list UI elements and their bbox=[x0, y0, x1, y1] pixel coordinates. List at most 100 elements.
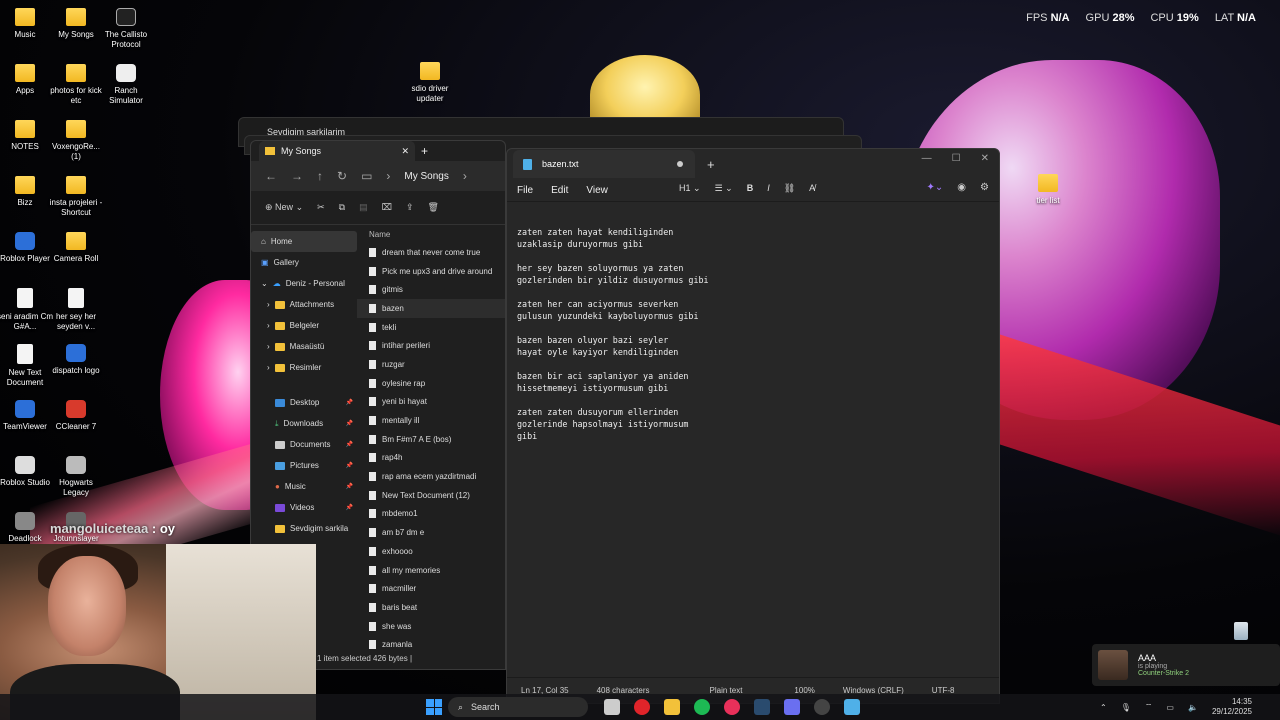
desktop-icon[interactable]: Camera Roll bbox=[48, 232, 104, 264]
breadcrumb[interactable]: My Songs bbox=[404, 171, 448, 182]
file-row[interactable]: tekli bbox=[357, 318, 505, 337]
desktop-icon[interactable]: NOTES bbox=[0, 120, 53, 152]
desktop-icon[interactable]: Music bbox=[0, 8, 53, 40]
obs-icon[interactable] bbox=[814, 699, 830, 715]
sidebar-item-resimler[interactable]: › Resimler bbox=[251, 357, 357, 378]
desktop-icon[interactable]: tier list bbox=[1020, 174, 1076, 206]
file-row[interactable]: rap4h bbox=[357, 449, 505, 468]
desktop-icon[interactable]: Hogwarts Legacy bbox=[48, 456, 104, 498]
desktop-icon[interactable]: CCleaner 7 bbox=[48, 400, 104, 432]
back-icon[interactable]: ← bbox=[265, 169, 277, 183]
cut-icon[interactable]: ✂ bbox=[317, 202, 325, 213]
monitor-icon[interactable]: ▭ bbox=[361, 169, 372, 183]
clear-format-icon[interactable]: A̸ bbox=[809, 183, 815, 194]
file-row[interactable]: yeni bi hayat bbox=[357, 393, 505, 412]
forward-icon[interactable]: → bbox=[291, 169, 303, 183]
rename-icon[interactable]: ⌧ bbox=[382, 202, 392, 213]
menu-file[interactable]: File bbox=[517, 185, 533, 196]
explorer-tab[interactable]: My Songs ✕ bbox=[259, 141, 415, 161]
desktop-icon[interactable]: sdio driver updater bbox=[402, 62, 458, 104]
opera-icon[interactable] bbox=[634, 699, 650, 715]
steam-icon[interactable] bbox=[754, 699, 770, 715]
file-row[interactable]: mbdemo1 bbox=[357, 505, 505, 524]
file-row[interactable]: oylesine rap bbox=[357, 374, 505, 393]
sidebar-item-videos[interactable]: Videos 📌 bbox=[251, 497, 357, 518]
desktop-icon[interactable]: VoxengoRe... (1) bbox=[48, 120, 104, 162]
file-row[interactable]: Pick me upx3 and drive around bbox=[357, 262, 505, 281]
menu-edit[interactable]: Edit bbox=[551, 185, 568, 196]
notepad-text-area[interactable]: zaten zaten hayat kendiliginden uzaklasi… bbox=[507, 201, 999, 681]
column-header-name[interactable]: Name bbox=[357, 225, 505, 243]
app-icon[interactable] bbox=[724, 699, 740, 715]
chevron-up-icon[interactable]: ⌃ bbox=[1100, 703, 1107, 712]
desktop-icon[interactable]: Ranch Simulator bbox=[98, 64, 154, 106]
notepad-window[interactable]: bazen.txt + — ☐ ✕ File Edit View H1 ⌄ ☰ … bbox=[506, 148, 1000, 704]
file-row[interactable]: dream that never come true bbox=[357, 243, 505, 262]
file-explorer-icon[interactable] bbox=[664, 699, 680, 715]
file-row[interactable]: Bm F#m7 A E (bos) bbox=[357, 430, 505, 449]
file-row[interactable]: macmiller bbox=[357, 579, 505, 598]
file-row-selected[interactable]: bazen bbox=[357, 299, 505, 318]
file-row[interactable]: intihar perileri bbox=[357, 336, 505, 355]
file-row[interactable]: New Text Document (12) bbox=[357, 486, 505, 505]
pin-icon[interactable]: 📌 bbox=[346, 504, 353, 511]
pin-icon[interactable]: 📌 bbox=[346, 462, 353, 469]
desktop-icon[interactable]: insta projeleri - Shortcut bbox=[48, 176, 104, 218]
chevron-right-icon[interactable]: › bbox=[267, 363, 270, 372]
share-icon[interactable]: ⇪ bbox=[406, 202, 414, 213]
display-icon[interactable]: ▭ bbox=[1166, 703, 1174, 712]
file-row[interactable]: rap ama ecem yazdirtmadi bbox=[357, 467, 505, 486]
close-icon[interactable]: ✕ bbox=[401, 146, 409, 157]
sidebar-item-home[interactable]: ⌂ Home bbox=[251, 231, 357, 252]
volume-icon[interactable]: 🔈 bbox=[1188, 703, 1198, 712]
sidebar-item-documents[interactable]: Documents 📌 bbox=[251, 434, 357, 455]
copy-icon[interactable]: ⧉ bbox=[339, 202, 345, 213]
desktop-icon[interactable]: seni aradim Cm G#A... bbox=[0, 288, 53, 332]
sidebar-item-gallery[interactable]: ▣ Gallery bbox=[251, 252, 357, 273]
up-icon[interactable]: ↑ bbox=[317, 169, 323, 183]
bold-icon[interactable]: B bbox=[747, 183, 754, 194]
chevron-right-icon[interactable]: › bbox=[267, 300, 270, 309]
heading-dropdown[interactable]: H1 ⌄ bbox=[679, 183, 701, 194]
file-row[interactable]: all my memories bbox=[357, 561, 505, 580]
file-row[interactable]: ruzgar bbox=[357, 355, 505, 374]
chevron-down-icon[interactable]: ⌄ bbox=[261, 279, 268, 288]
pin-icon[interactable]: 📌 bbox=[346, 420, 353, 427]
file-row[interactable]: gitmis bbox=[357, 280, 505, 299]
clock[interactable]: 14:35 29/12/2025 bbox=[1212, 697, 1252, 717]
notepad-tab[interactable]: bazen.txt bbox=[513, 150, 695, 178]
microphone-icon[interactable]: 🎙 bbox=[1121, 703, 1131, 712]
list-icon[interactable]: ☰ ⌄ bbox=[715, 183, 733, 194]
sidebar-item-pictures[interactable]: Pictures 📌 bbox=[251, 455, 357, 476]
pin-icon[interactable]: 📌 bbox=[346, 483, 353, 490]
file-row[interactable]: zamanla bbox=[357, 635, 505, 654]
desktop-icon[interactable]: Apps bbox=[0, 64, 53, 96]
desktop-icon[interactable]: My Songs bbox=[48, 8, 104, 40]
chevron-right-icon[interactable]: › bbox=[267, 321, 270, 330]
taskview-icon[interactable] bbox=[604, 699, 620, 715]
refresh-icon[interactable]: ↻ bbox=[337, 169, 347, 183]
file-row[interactable]: she was bbox=[357, 617, 505, 636]
desktop-icon[interactable]: Deadlock bbox=[0, 512, 53, 544]
desktop-icon[interactable]: TeamViewer bbox=[0, 400, 53, 432]
sidebar-item-music[interactable]: ● Music 📌 bbox=[251, 476, 357, 497]
start-button[interactable] bbox=[426, 699, 442, 715]
sidebar-item-onedrive[interactable]: ⌄ ☁ Deniz - Personal bbox=[251, 273, 357, 294]
desktop-icon[interactable]: Roblox Studio bbox=[0, 456, 53, 488]
settings-icon[interactable]: ⚙ bbox=[980, 182, 989, 193]
new-tab-button[interactable]: + bbox=[707, 157, 715, 172]
file-row[interactable]: am b7 dm e bbox=[357, 523, 505, 542]
recycle-bin-icon[interactable] bbox=[1234, 622, 1248, 640]
minimize-icon[interactable]: — bbox=[922, 153, 932, 164]
sidebar-item-masaustu[interactable]: › Masaüstü bbox=[251, 336, 357, 357]
maximize-icon[interactable]: ☐ bbox=[952, 153, 961, 164]
wifi-icon[interactable]: ⌔ bbox=[1145, 702, 1153, 712]
new-tab-button[interactable]: + bbox=[421, 144, 428, 158]
sidebar-item-attachments[interactable]: › Attachments bbox=[251, 294, 357, 315]
paste-icon[interactable]: ▤ bbox=[359, 202, 368, 213]
copilot-icon[interactable]: ✦⌄ bbox=[927, 182, 944, 193]
new-button[interactable]: ⊕ New ⌄ bbox=[265, 202, 303, 213]
account-icon[interactable]: ◉ bbox=[957, 182, 966, 193]
pin-icon[interactable]: 📌 bbox=[346, 399, 353, 406]
file-row[interactable]: exhoooo bbox=[357, 542, 505, 561]
